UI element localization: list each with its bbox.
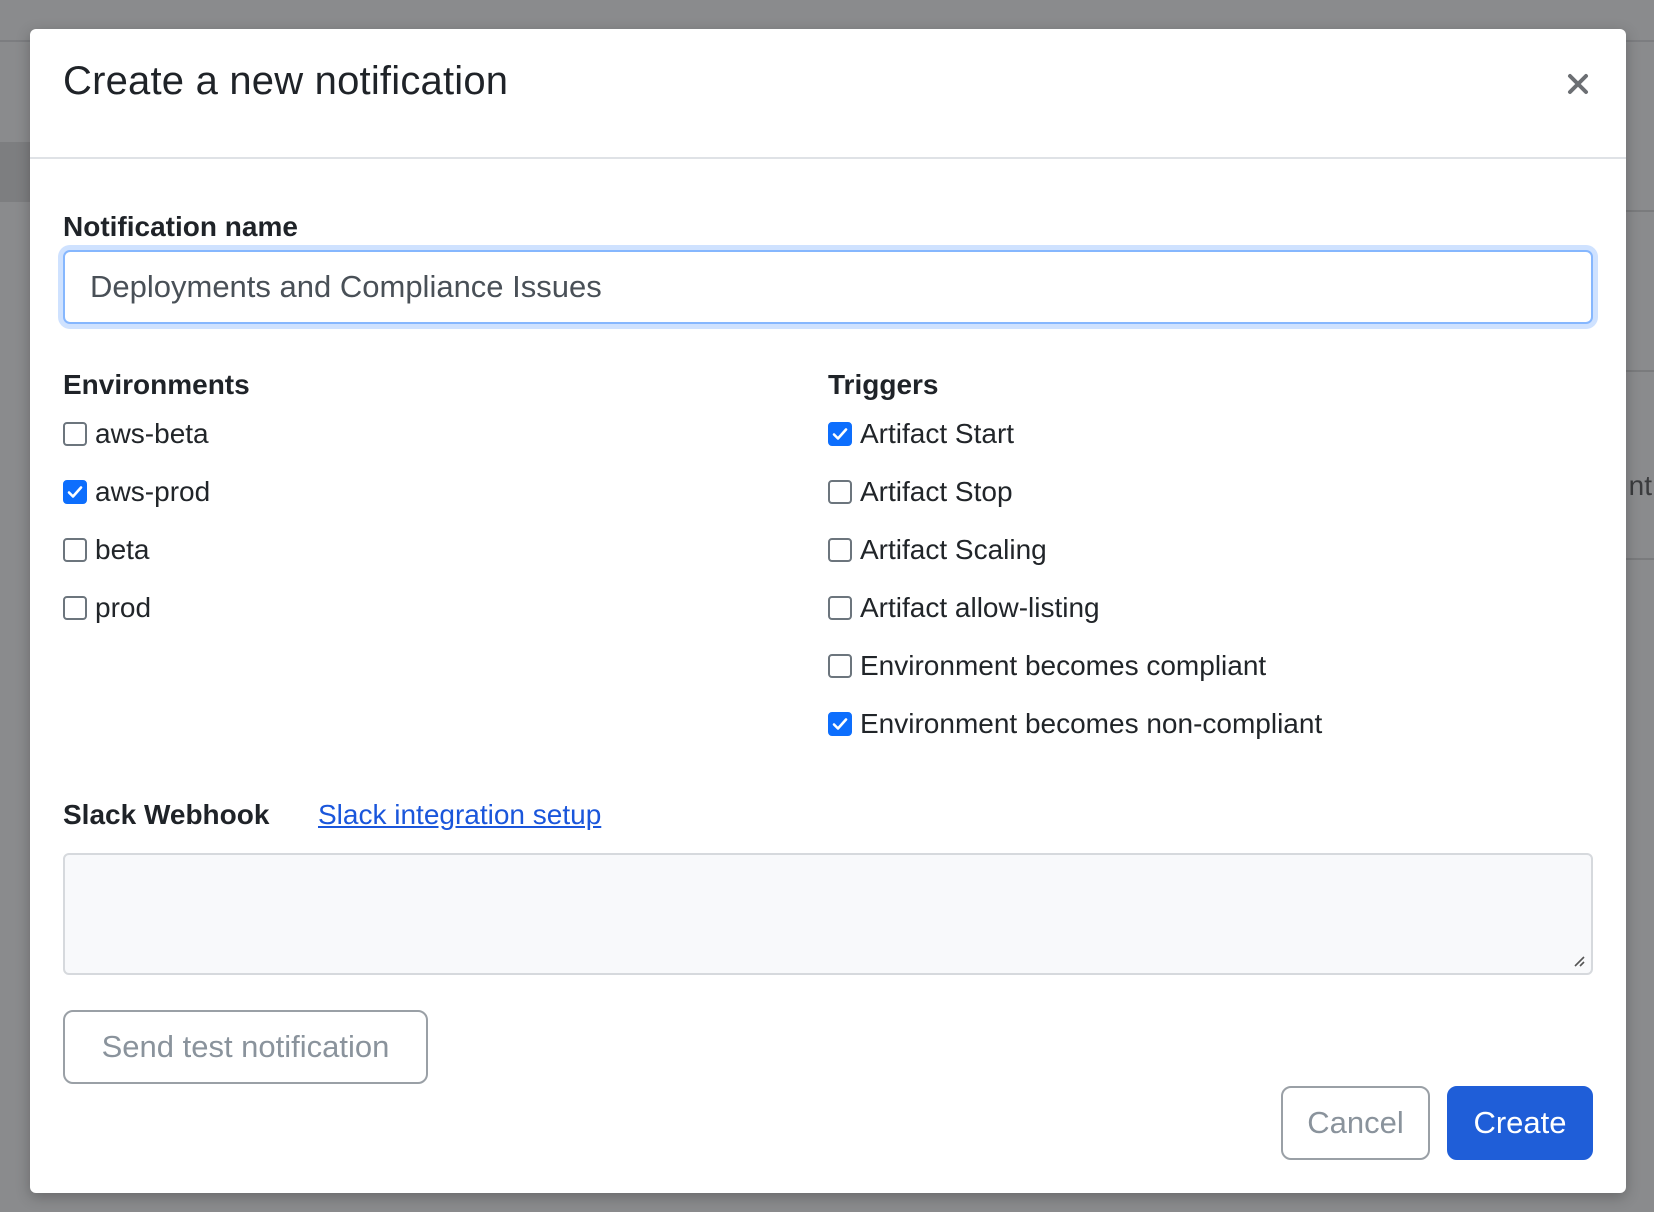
close-button[interactable] [1556,63,1600,107]
create-notification-modal: Create a new notification Notification n… [30,29,1626,1193]
checkbox[interactable] [63,538,87,562]
trigger-option-environment-non-compliant[interactable]: Environment becomes non-compliant [828,706,1322,742]
trigger-option-artifact-allow-listing[interactable]: Artifact allow-listing [828,590,1100,626]
triggers-heading: Triggers [828,369,939,400]
environment-label: prod [95,592,152,623]
trigger-label: Environment becomes non-compliant [860,708,1323,739]
checkmark-icon [832,428,848,440]
environment-option-aws-beta[interactable]: aws-beta [63,416,209,452]
trigger-option-artifact-scaling[interactable]: Artifact Scaling [828,532,1047,568]
checkbox-checked[interactable] [63,480,87,504]
trigger-label: Artifact Stop [860,476,1013,507]
checkmark-icon [832,718,848,730]
trigger-label: Artifact Start [860,418,1015,449]
slack-webhook-textarea[interactable] [63,853,1593,975]
checkbox[interactable] [828,538,852,562]
environment-label: aws-beta [95,418,209,449]
environment-label: aws-prod [95,476,211,507]
trigger-option-artifact-stop[interactable]: Artifact Stop [828,474,1013,510]
modal-title: Create a new notification [63,59,509,103]
trigger-label: Artifact Scaling [860,534,1047,565]
environment-label: beta [95,534,150,565]
modal-header: Create a new notification [30,29,1626,159]
checkmark-icon [67,486,83,498]
cancel-button[interactable]: Cancel [1281,1086,1430,1160]
send-test-notification-button[interactable]: Send test notification [63,1010,428,1084]
environment-option-prod[interactable]: prod [63,590,151,626]
checkbox[interactable] [828,596,852,620]
trigger-label: Artifact allow-listing [860,592,1100,623]
notification-name-input[interactable] [63,250,1593,324]
checkbox[interactable] [828,480,852,504]
slack-webhook-label: Slack Webhook [63,799,270,830]
checkbox-checked[interactable] [828,422,852,446]
checkbox[interactable] [828,654,852,678]
slack-integration-setup-link[interactable]: Slack integration setup [318,799,601,831]
resize-handle-icon[interactable] [1571,953,1585,967]
environments-heading: Environments [63,369,250,400]
trigger-label: Environment becomes compliant [860,650,1267,681]
notification-name-label: Notification name [63,211,298,242]
background-partial-text: nt [1628,470,1652,501]
environment-option-beta[interactable]: beta [63,532,150,568]
environment-option-aws-prod[interactable]: aws-prod [63,474,210,510]
checkbox[interactable] [63,422,87,446]
create-button[interactable]: Create [1447,1086,1593,1160]
close-icon [1568,73,1588,94]
trigger-option-environment-compliant[interactable]: Environment becomes compliant [828,648,1266,684]
checkbox-checked[interactable] [828,712,852,736]
checkbox[interactable] [63,596,87,620]
trigger-option-artifact-start[interactable]: Artifact Start [828,416,1014,452]
